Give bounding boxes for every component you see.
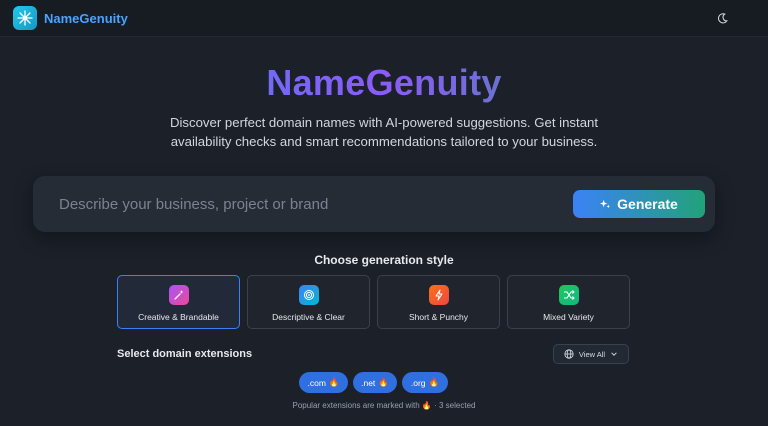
search-panel: Generate (33, 176, 715, 232)
extension-pill-com[interactable]: .com 🔥 (299, 372, 348, 393)
lightning-icon (428, 285, 449, 305)
target-icon (298, 285, 319, 305)
style-option-mixed[interactable]: Mixed Variety (507, 275, 630, 329)
style-option-label: Mixed Variety (543, 312, 594, 322)
sparkle-network-icon[interactable] (13, 6, 37, 30)
magic-wand-icon (168, 285, 189, 305)
theme-toggle-button[interactable] (712, 8, 732, 28)
moon-icon (717, 12, 728, 23)
fire-icon: 🔥 (428, 377, 440, 387)
generation-style-title: Choose generation style (314, 253, 454, 267)
chevron-down-icon (611, 352, 617, 356)
extensions-note-prefix: Popular extensions are marked with (292, 401, 420, 410)
extension-label: .org (410, 377, 426, 388)
extension-label: .net (361, 377, 376, 388)
fire-icon: 🔥 (378, 377, 389, 387)
generate-button[interactable]: Generate (573, 190, 705, 218)
hero-title: NameGenuity (0, 62, 768, 104)
extension-label: .com (307, 377, 326, 388)
extension-pill-net[interactable]: .net 🔥 (353, 372, 397, 393)
extensions-note: Popular extensions are marked with 🔥 · 3… (0, 401, 768, 410)
top-bar: NameGenuity (0, 0, 768, 37)
extensions-note-suffix: · 3 selected (434, 401, 476, 410)
generate-label: Generate (617, 196, 678, 212)
domain-extensions-title: Select domain extensions (117, 348, 253, 360)
style-option-label: Descriptive & Clear (272, 312, 345, 322)
fire-icon: 🔥 (421, 401, 432, 410)
hero-subtitle: Discover perfect domain names with AI-po… (169, 115, 599, 149)
globe-icon (564, 349, 574, 359)
view-all-extensions-button[interactable]: View All (553, 344, 629, 364)
brand-name[interactable]: NameGenuity (44, 11, 128, 26)
extension-pill-org[interactable]: .org 🔥 (402, 372, 448, 393)
style-option-creative[interactable]: Creative & Brandable (117, 275, 240, 329)
style-option-label: Short & Punchy (408, 312, 469, 322)
sparkles-icon (600, 199, 611, 208)
style-option-short[interactable]: Short & Punchy (377, 275, 500, 329)
style-option-label: Creative & Brandable (138, 312, 219, 322)
fire-icon: 🔥 (328, 377, 340, 387)
view-all-label: View All (578, 349, 606, 359)
style-option-descriptive[interactable]: Descriptive & Clear (247, 275, 370, 329)
business-description-input[interactable] (59, 190, 559, 218)
shuffle-icon (558, 285, 579, 305)
